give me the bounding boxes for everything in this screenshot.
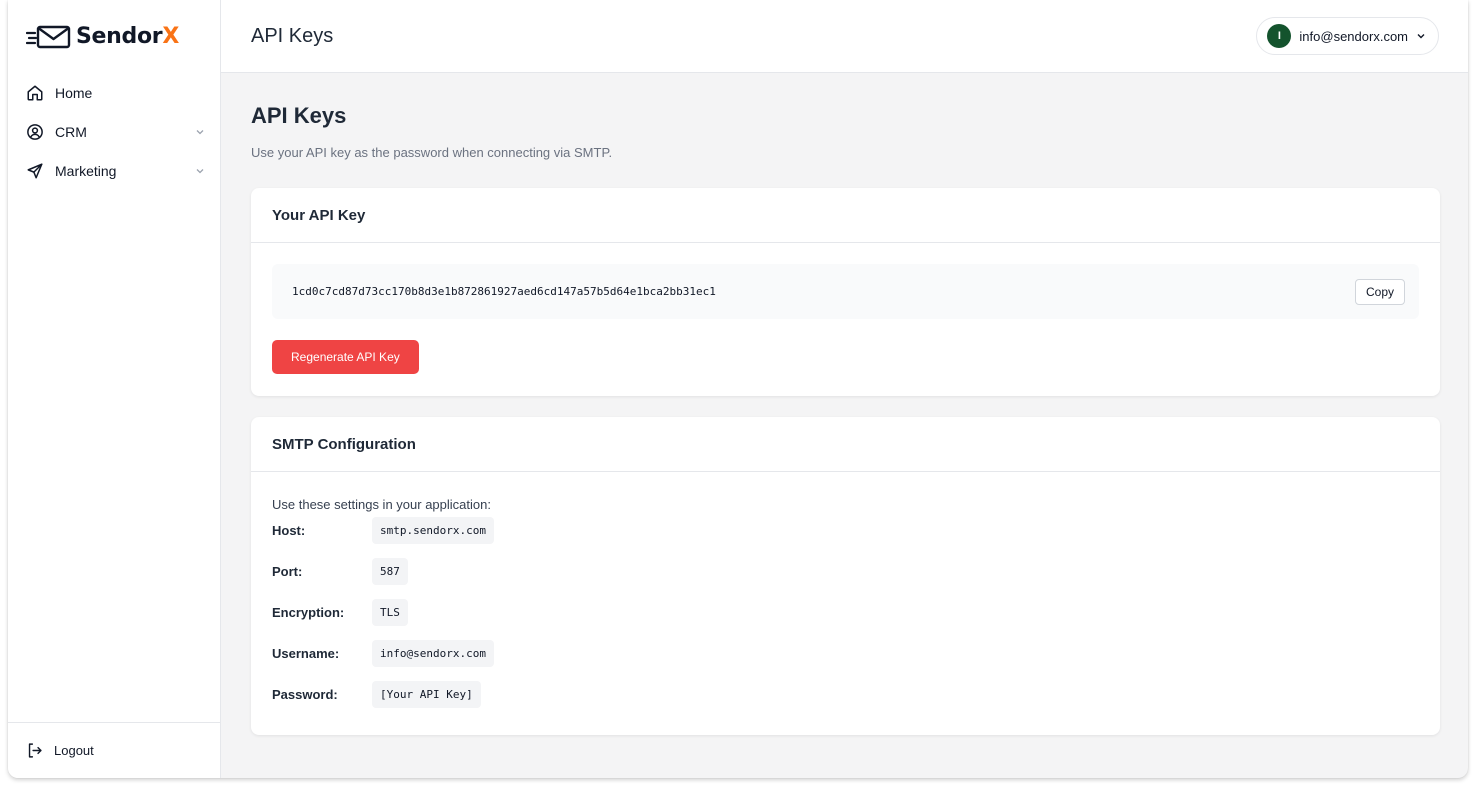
- sidebar: SendorX Home CRM Marketing Logout: [8, 0, 221, 778]
- smtp-settings-list: Host: smtp.sendorx.com Port: 587 Encrypt…: [272, 510, 1419, 715]
- smtp-label: Encryption:: [272, 605, 345, 620]
- app-window: SendorX Home CRM Marketing Logout API Ke…: [8, 0, 1468, 778]
- main-area: API Keys I info@sendorx.com API Keys Use…: [221, 0, 1468, 778]
- header-title: API Keys: [251, 24, 334, 47]
- smtp-config-card: SMTP Configuration Use these settings in…: [251, 417, 1440, 735]
- user-email: info@sendorx.com: [1299, 28, 1408, 44]
- user-menu-button[interactable]: I info@sendorx.com: [1256, 17, 1439, 55]
- sidebar-item-marketing[interactable]: Marketing: [8, 151, 220, 190]
- page-title: API Keys: [251, 103, 347, 128]
- chevron-down-icon: [1417, 34, 1425, 39]
- smtp-row-encryption: Encryption: TLS: [272, 592, 1419, 633]
- sidebar-item-crm[interactable]: CRM: [8, 112, 220, 151]
- smtp-value: TLS: [372, 599, 408, 626]
- regenerate-api-key-button[interactable]: Regenerate API Key: [272, 340, 419, 374]
- smtp-card-title: SMTP Configuration: [251, 417, 1440, 472]
- envelope-logo-icon: [26, 25, 71, 48]
- smtp-value: info@sendorx.com: [372, 640, 494, 667]
- sidebar-item-home[interactable]: Home: [8, 73, 220, 112]
- chevron-down-icon[interactable]: [194, 165, 206, 177]
- send-icon: [27, 163, 43, 178]
- smtp-value: 587: [372, 558, 408, 585]
- smtp-row-password: Password: [Your API Key]: [272, 674, 1419, 715]
- sidebar-nav: Home CRM Marketing: [8, 73, 220, 190]
- brand-logo[interactable]: SendorX: [8, 0, 220, 73]
- smtp-value: smtp.sendorx.com: [372, 517, 494, 544]
- home-icon: [27, 85, 43, 100]
- api-key-card: Your API Key 1cd0c7cd87d73cc170b8d3e1b87…: [251, 188, 1440, 396]
- smtp-label: Username:: [272, 646, 340, 661]
- smtp-label: Host:: [272, 523, 306, 538]
- smtp-value: [Your API Key]: [372, 681, 481, 708]
- smtp-row-port: Port: 587: [272, 551, 1419, 592]
- smtp-row-host: Host: smtp.sendorx.com: [272, 510, 1419, 551]
- api-key-card-title: Your API Key: [251, 188, 1440, 243]
- user-circle-icon: [27, 123, 43, 140]
- logout-button[interactable]: Logout: [8, 722, 220, 778]
- avatar: I: [1267, 24, 1292, 48]
- smtp-body: Use these settings in your application: …: [251, 472, 1440, 715]
- brand-name: SendorX: [76, 24, 180, 49]
- smtp-label: Password:: [272, 687, 338, 702]
- page-content: API Keys Use your API key as the passwor…: [221, 73, 1468, 735]
- logout-label: Logout: [54, 743, 94, 758]
- logout-icon: [28, 743, 42, 758]
- smtp-label: Port:: [272, 564, 303, 579]
- sidebar-item-label: CRM: [55, 123, 87, 140]
- smtp-row-username: Username: info@sendorx.com: [272, 633, 1419, 674]
- sidebar-item-label: Marketing: [55, 162, 117, 179]
- top-bar: API Keys I info@sendorx.com: [221, 0, 1468, 73]
- copy-button[interactable]: Copy: [1354, 278, 1405, 305]
- sidebar-item-label: Home: [55, 84, 93, 101]
- api-key-value[interactable]: 1cd0c7cd87d73cc170b8d3e1b872861927aed6cd…: [292, 285, 716, 298]
- page-subtitle: Use your API key as the password when co…: [251, 145, 613, 160]
- api-key-box: 1cd0c7cd87d73cc170b8d3e1b872861927aed6cd…: [272, 264, 1419, 319]
- chevron-down-icon[interactable]: [194, 126, 206, 138]
